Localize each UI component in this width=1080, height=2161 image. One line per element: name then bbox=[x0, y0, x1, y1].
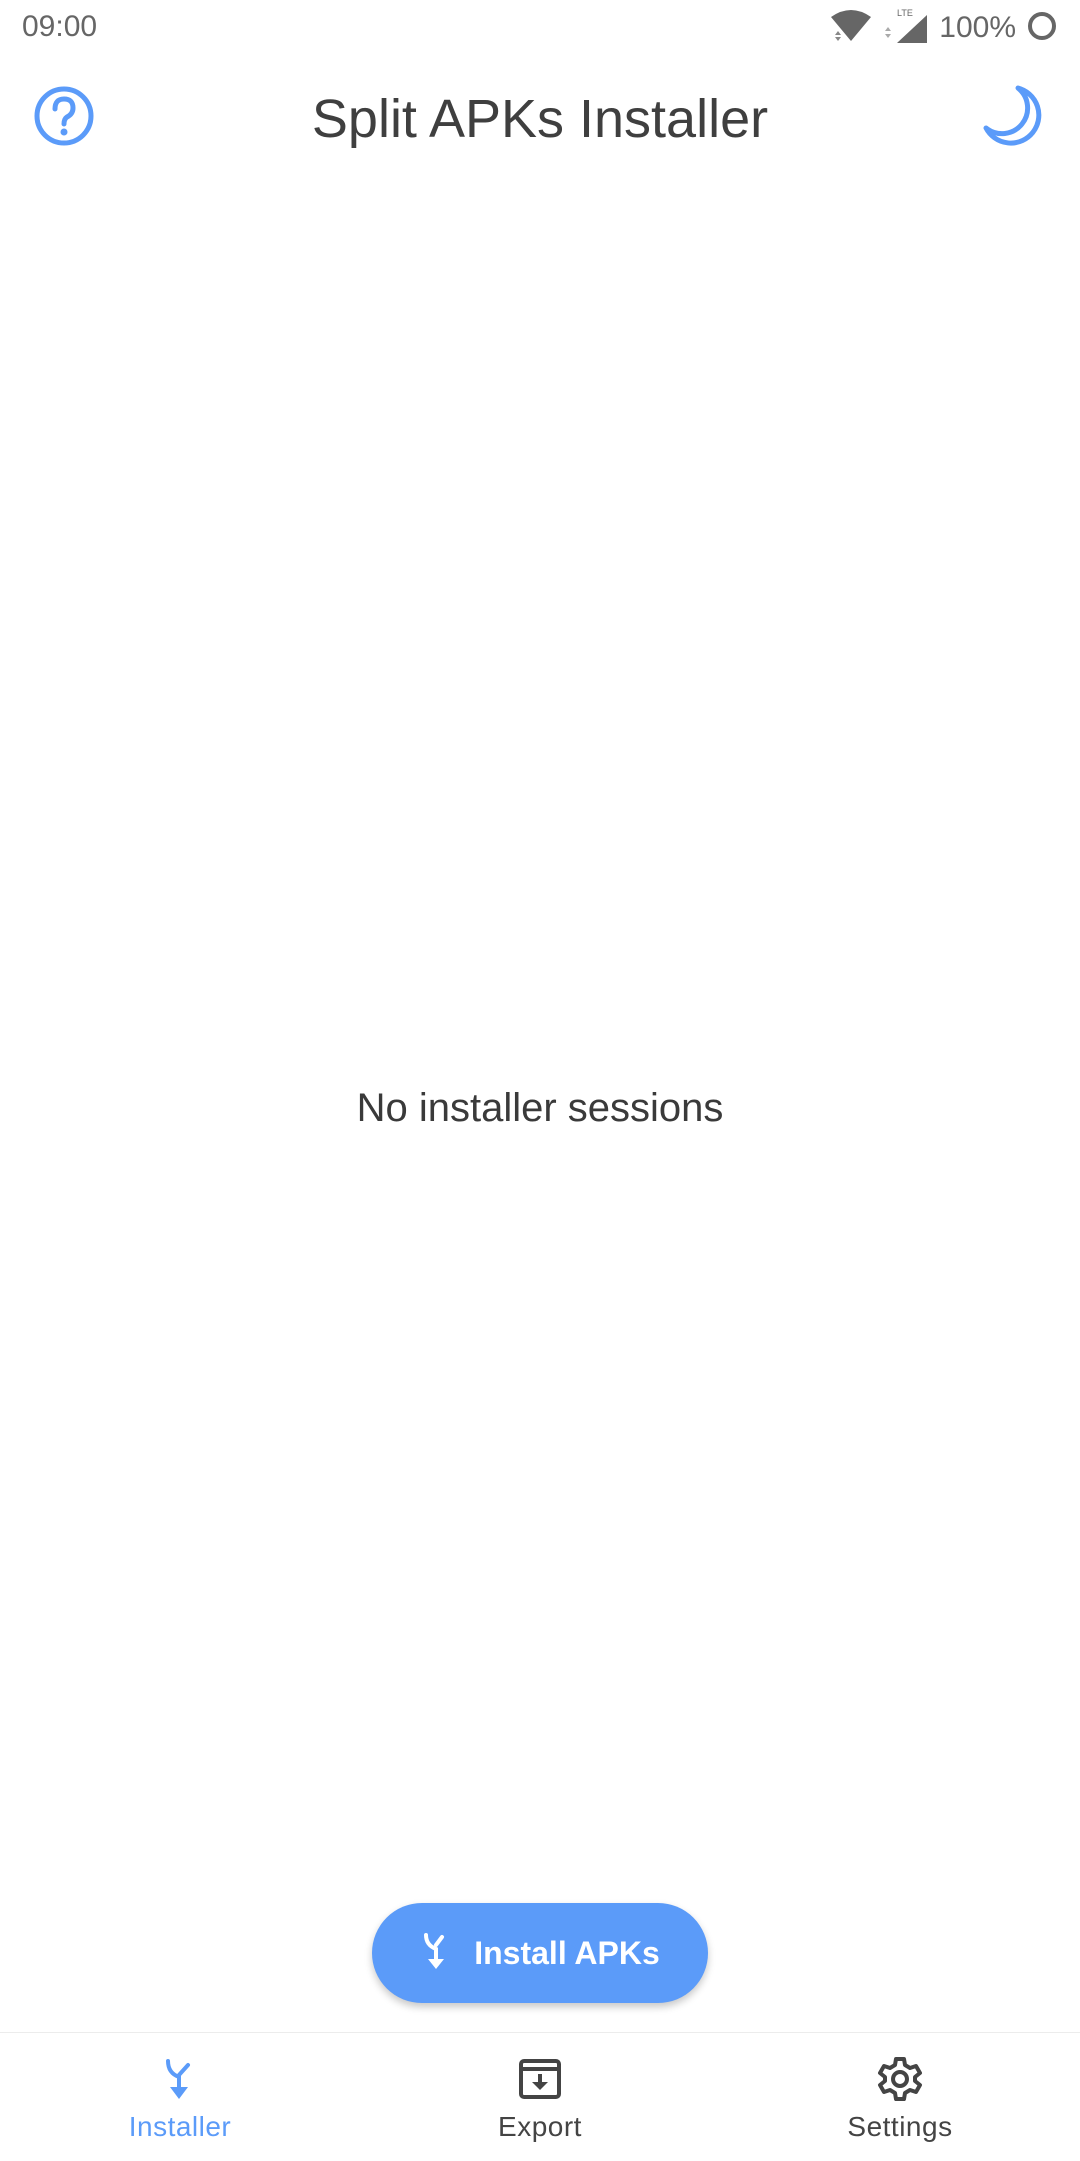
archive-download-icon bbox=[518, 2055, 562, 2103]
lte-signal-icon: LTE bbox=[883, 7, 929, 50]
app-bar: Split APKs Installer bbox=[0, 56, 1080, 180]
battery-percent: 100% bbox=[939, 11, 1016, 44]
status-icons: LTE 100% bbox=[829, 8, 1058, 48]
battery-icon bbox=[1026, 10, 1058, 47]
nav-item-settings[interactable]: Settings bbox=[720, 2033, 1080, 2161]
status-time: 09:00 bbox=[22, 10, 98, 43]
bottom-navigation: Installer Export Settings bbox=[0, 2032, 1080, 2161]
install-apks-button[interactable]: Install APKs bbox=[372, 1903, 708, 2003]
nav-label-settings: Settings bbox=[847, 2111, 953, 2142]
install-apks-label: Install APKs bbox=[474, 1934, 660, 1971]
empty-state-message: No installer sessions bbox=[356, 1086, 724, 1130]
nav-item-installer[interactable]: Installer bbox=[0, 2033, 360, 2161]
merge-icon bbox=[420, 1931, 456, 1976]
nav-item-export[interactable]: Export bbox=[360, 2033, 720, 2161]
theme-toggle-button[interactable] bbox=[976, 82, 1048, 154]
status-bar: 09:00 LTE 100% bbox=[0, 0, 1080, 56]
merge-icon bbox=[162, 2055, 198, 2103]
nav-label-installer: Installer bbox=[128, 2111, 232, 2142]
moon-icon bbox=[980, 84, 1044, 153]
gear-icon bbox=[877, 2055, 923, 2103]
nav-label-export: Export bbox=[498, 2111, 582, 2142]
page-title: Split APKs Installer bbox=[311, 89, 769, 149]
wifi-icon bbox=[829, 9, 873, 48]
svg-text:LTE: LTE bbox=[897, 8, 913, 18]
